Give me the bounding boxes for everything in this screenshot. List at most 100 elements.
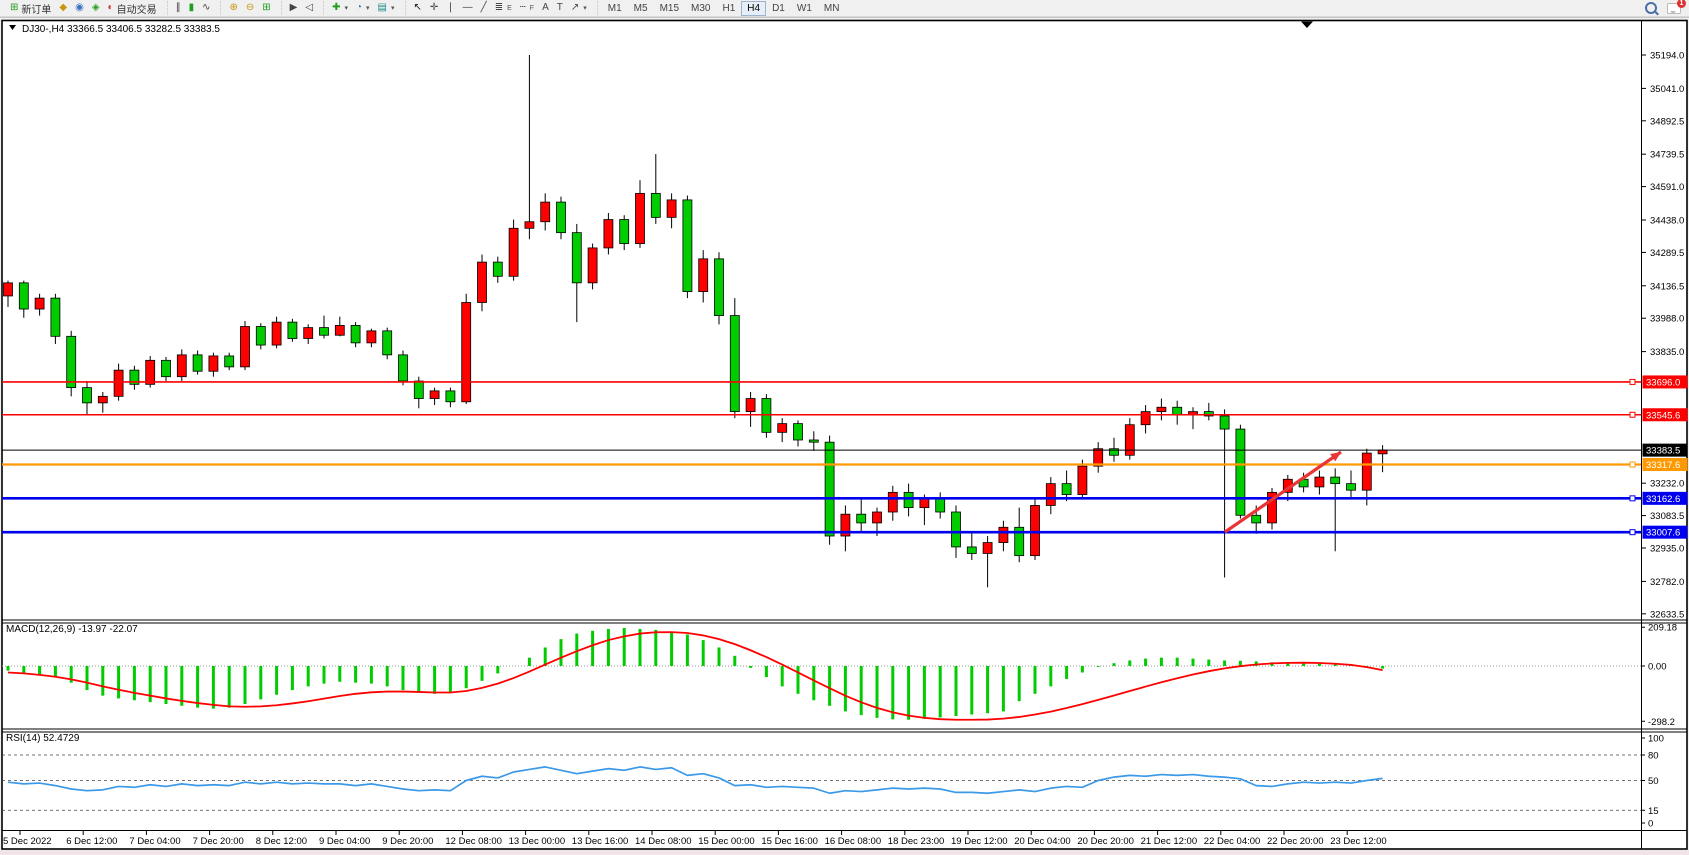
candle-bullish	[699, 259, 708, 292]
timeframe-mn[interactable]: MN	[818, 1, 846, 16]
candle-bearish	[320, 328, 329, 336]
candle-bullish	[35, 298, 44, 309]
text-icon[interactable]: A	[538, 1, 553, 15]
insert-group: ✚▾ ◔▾ ▤▾	[323, 1, 402, 15]
candle-bearish	[825, 442, 834, 536]
zoom-out-icon[interactable]: ⊖	[242, 1, 258, 15]
tile-windows-icon[interactable]: ⊞	[258, 1, 274, 15]
periods-button[interactable]: ◔▾	[352, 1, 374, 15]
axis-tick-label: 33835.0	[1650, 347, 1684, 358]
horizontal-scrollbar[interactable]	[0, 850, 1689, 855]
indicators-button[interactable]: ✚▾	[328, 1, 352, 15]
autotrading-button[interactable]: ◐ 自动交易	[104, 1, 161, 15]
candle-bearish	[794, 424, 803, 440]
axis-tick-label: 34739.5	[1650, 150, 1684, 161]
chevron-down-icon: ▾	[583, 4, 587, 12]
candle-bullish	[335, 325, 344, 335]
search-icon[interactable]	[1645, 2, 1657, 14]
price-line-label: 33162.6	[1646, 494, 1680, 505]
timeframe-m15[interactable]: M15	[654, 1, 685, 16]
cursor-icon[interactable]: ↖	[410, 1, 426, 15]
candle-bearish	[493, 262, 502, 276]
bar-chart-icon[interactable]: ∥	[172, 1, 185, 15]
templates-button[interactable]: ▤▾	[374, 1, 399, 15]
time-tick-label: 13 Dec 16:00	[572, 836, 629, 847]
axis-tick-label: 34136.5	[1650, 281, 1684, 292]
horizontal-line-icon[interactable]: ―	[459, 1, 477, 15]
timeframe-m1[interactable]: M1	[602, 1, 628, 16]
macd-axis-label: 0.00	[1648, 662, 1667, 673]
chat-icon[interactable]: 1	[1667, 3, 1681, 14]
objects-group: ↖ ✛ ❘ ― ╱ ≣E ┄F A T ↗▾	[405, 1, 595, 15]
time-tick-label: 16 Dec 08:00	[825, 836, 882, 847]
timeframe-m5[interactable]: M5	[628, 1, 654, 16]
line-handle[interactable]	[1630, 530, 1635, 535]
chart-canvas: DJ30-,H4 33366.5 33406.5 33282.5 33383.5…	[0, 0, 1689, 855]
rsi-axis-label: 50	[1648, 776, 1659, 787]
axis-tick-label: 34289.5	[1650, 248, 1684, 259]
line-handle[interactable]	[1630, 496, 1635, 501]
equidistant-channel-icon[interactable]: ≣E	[491, 1, 516, 15]
signals-icon[interactable]: ◈	[88, 1, 104, 15]
candle-bearish	[809, 440, 818, 442]
time-tick-label: 12 Dec 08:00	[445, 836, 502, 847]
candle-bearish	[383, 331, 392, 355]
candle-bearish	[967, 547, 976, 554]
candle-bearish	[1062, 484, 1071, 495]
text-label-icon[interactable]: T	[553, 1, 567, 15]
line-handle[interactable]	[1630, 462, 1635, 467]
candle-bearish	[288, 322, 297, 338]
candlestick-chart-icon[interactable]: ▮	[185, 1, 199, 15]
rsi-axis-label: 100	[1648, 734, 1664, 745]
trendline-icon[interactable]: ╱	[477, 1, 491, 15]
arrows-button[interactable]: ↗▾	[567, 1, 591, 15]
vertical-line-icon[interactable]: ❘	[442, 1, 458, 15]
contacts-icon[interactable]: ◉	[71, 1, 88, 15]
timeframe-m30[interactable]: M30	[685, 1, 716, 16]
line-chart-icon[interactable]: ∿	[198, 1, 214, 15]
new-order-icon: ⊞	[10, 1, 18, 15]
axis-tick-label: 35041.0	[1650, 84, 1684, 95]
axis-tick-label: 32782.0	[1650, 577, 1684, 588]
arrow-shapes-icon: ↗	[571, 1, 579, 15]
candle-bullish	[1141, 412, 1150, 425]
candle-bullish	[462, 302, 471, 401]
rsi-axis-label: 15	[1648, 806, 1659, 817]
timeframe-h1[interactable]: H1	[716, 1, 741, 16]
line-handle[interactable]	[1630, 412, 1635, 417]
candle-bullish	[667, 200, 676, 217]
timeframe-w1[interactable]: W1	[791, 1, 818, 16]
crosshair-icon[interactable]: ✛	[426, 1, 442, 15]
timeframe-d1[interactable]: D1	[766, 1, 791, 16]
autotrading-icon: ◐	[108, 1, 114, 15]
candle-bullish	[1378, 450, 1387, 454]
axis-tick-label: 33988.0	[1650, 314, 1684, 325]
candle-bearish	[1252, 515, 1261, 523]
zoom-in-icon[interactable]: ⊕	[225, 1, 241, 15]
autotrading-label: 自动交易	[117, 1, 157, 16]
line-handle[interactable]	[1630, 379, 1635, 384]
auto-scroll-icon[interactable]: ▶	[286, 1, 302, 15]
profiles-icon[interactable]: ◆	[55, 1, 71, 15]
candle-bullish	[478, 262, 487, 302]
fibonacci-glyph: ┄	[520, 1, 526, 15]
macd-axis-label: 209.18	[1648, 623, 1677, 634]
candle-bearish	[620, 220, 629, 244]
chart-shift-icon[interactable]: ◁	[301, 1, 317, 15]
candle-bullish	[1031, 505, 1040, 555]
candle-bullish	[177, 355, 186, 377]
fibonacci-icon[interactable]: ┄F	[516, 1, 538, 15]
candle-bullish	[98, 396, 107, 403]
candle-bullish	[430, 391, 439, 399]
time-tick-label: 19 Dec 12:00	[951, 836, 1008, 847]
axis-tick-label: 33083.5	[1650, 511, 1684, 522]
new-order-button[interactable]: ⊞ 新订单	[6, 1, 55, 15]
candle-bullish	[4, 283, 13, 296]
candle-bearish	[193, 355, 202, 371]
candle-bearish	[1347, 484, 1356, 491]
timeframe-h4[interactable]: H4	[741, 1, 766, 16]
candle-bearish	[1236, 429, 1245, 515]
chevron-down-icon: ▾	[366, 4, 370, 12]
candle-bullish	[114, 370, 123, 396]
candle-bullish	[920, 499, 929, 508]
